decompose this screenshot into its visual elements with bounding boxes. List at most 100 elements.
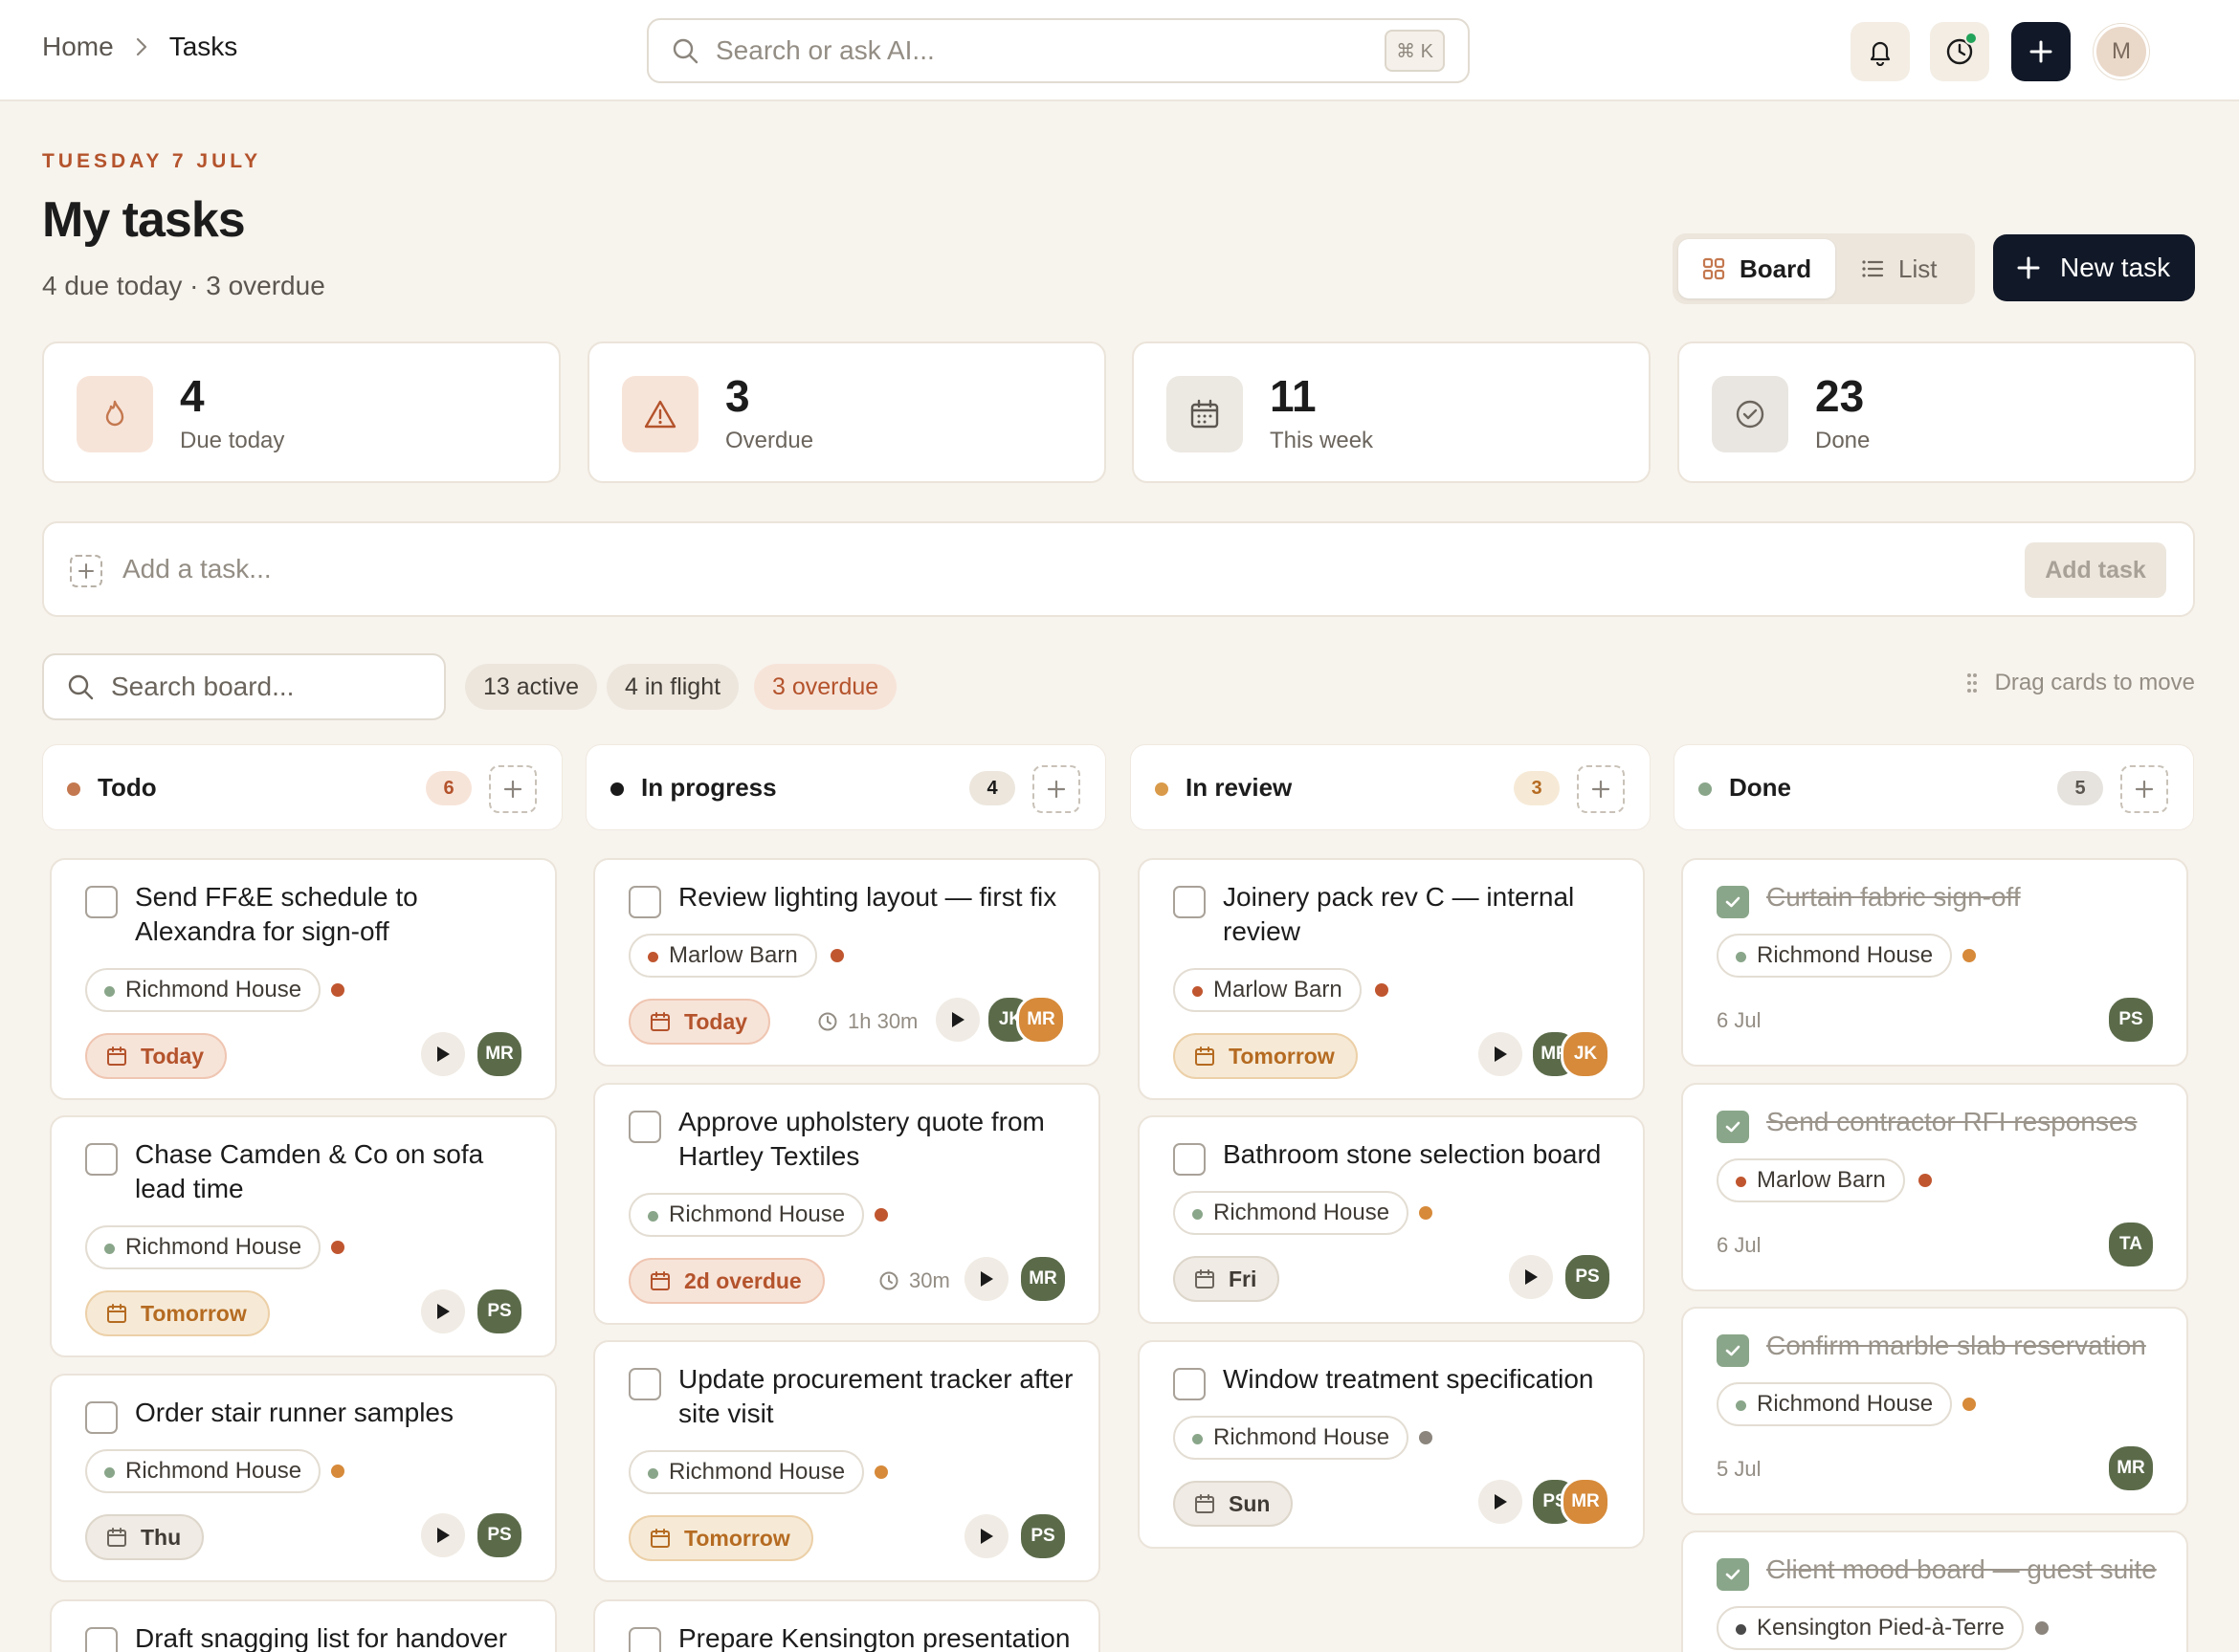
activity-timer-button[interactable]	[1930, 22, 1989, 81]
due-badge[interactable]: Tomorrow	[1173, 1033, 1358, 1079]
due-badge[interactable]: Tomorrow	[629, 1515, 813, 1561]
assignee-avatar[interactable]: PS	[475, 1287, 524, 1336]
start-timer-button[interactable]	[964, 1257, 1009, 1301]
project-tag[interactable]: Richmond House	[1173, 1191, 1409, 1235]
project-tag[interactable]: Richmond House	[1717, 934, 1953, 978]
project-tag[interactable]: Richmond House	[1717, 1382, 1953, 1426]
task-checkbox[interactable]	[85, 886, 118, 918]
assignee-avatar[interactable]: PS	[1018, 1511, 1068, 1561]
task-card[interactable]: Window treatment specification Richmond …	[1138, 1340, 1645, 1549]
notifications-button[interactable]	[1851, 22, 1910, 81]
priority-dot	[1375, 983, 1388, 997]
start-timer-button[interactable]	[936, 998, 980, 1042]
start-timer-button[interactable]	[421, 1289, 465, 1333]
task-card[interactable]: Send FF&E schedule to Alexandra for sign…	[50, 858, 557, 1100]
project-tag[interactable]: Marlow Barn	[629, 934, 817, 978]
column-add-button[interactable]	[2120, 765, 2168, 813]
stat-card-this-week[interactable]: 11 This week	[1132, 341, 1651, 483]
assignee-avatar[interactable]: MR	[2106, 1443, 2156, 1493]
task-card[interactable]: Client mood board — guest suite Kensingt…	[1681, 1531, 2188, 1652]
assignee-avatar[interactable]: JK	[1561, 1029, 1610, 1079]
task-checkbox[interactable]	[1173, 886, 1206, 918]
active-filter-chip[interactable]: 13 active	[465, 664, 598, 710]
task-checkbox-checked[interactable]	[1717, 1334, 1749, 1367]
assignee-avatar[interactable]: MR	[1561, 1477, 1610, 1527]
task-card[interactable]: Prepare Kensington presentation	[593, 1599, 1100, 1652]
task-card[interactable]: Approve upholstery quote from Hartley Te…	[593, 1083, 1100, 1325]
stat-label: Overdue	[725, 428, 814, 453]
assignee-avatar[interactable]: MR	[1016, 995, 1066, 1045]
project-tag[interactable]: Marlow Barn	[1717, 1158, 1905, 1202]
start-timer-button[interactable]	[1509, 1255, 1553, 1299]
board-view-tab[interactable]: Board	[1678, 239, 1835, 298]
add-task-button[interactable]: Add task	[2025, 542, 2166, 598]
column-add-button[interactable]	[1032, 765, 1080, 813]
task-checkbox-checked[interactable]	[1717, 1111, 1749, 1143]
project-tag[interactable]: Richmond House	[1173, 1416, 1409, 1460]
task-checkbox[interactable]	[85, 1401, 118, 1434]
task-card[interactable]: Send contractor RFI responses Marlow Bar…	[1681, 1083, 2188, 1291]
task-checkbox-checked[interactable]	[1717, 1558, 1749, 1591]
breadcrumb-home[interactable]: Home	[42, 32, 114, 62]
due-badge[interactable]: Sun	[1173, 1481, 1294, 1527]
search-shortcut-badge: ⌘ K	[1385, 30, 1445, 72]
task-checkbox[interactable]	[85, 1627, 118, 1652]
project-tag[interactable]: Kensington Pied-à-Terre	[1717, 1606, 2024, 1650]
assignee-avatar[interactable]: PS	[475, 1510, 524, 1560]
task-checkbox[interactable]	[85, 1143, 118, 1176]
task-checkbox-checked[interactable]	[1717, 886, 1749, 918]
stat-card-done[interactable]: 23 Done	[1677, 341, 2196, 483]
board-search-input[interactable]: Search board...	[42, 653, 446, 720]
due-badge[interactable]: Thu	[85, 1514, 205, 1560]
project-tag[interactable]: Richmond House	[629, 1193, 865, 1237]
project-tag[interactable]: Richmond House	[85, 1449, 321, 1493]
task-checkbox[interactable]	[1173, 1143, 1206, 1176]
project-tag[interactable]: Richmond House	[85, 1225, 321, 1269]
task-checkbox[interactable]	[1173, 1368, 1206, 1400]
stat-card-due-today[interactable]: 4 Due today	[42, 341, 561, 483]
project-tag[interactable]: Marlow Barn	[1173, 968, 1362, 1012]
user-avatar[interactable]: M	[2094, 24, 2149, 79]
due-badge[interactable]: Tomorrow	[85, 1290, 270, 1336]
global-search-input[interactable]: Search or ask AI... ⌘ K	[647, 18, 1470, 83]
in-flight-filter-chip[interactable]: 4 in flight	[607, 664, 740, 710]
task-card[interactable]: Order stair runner samples Richmond Hous…	[50, 1374, 557, 1582]
task-checkbox[interactable]	[629, 1368, 661, 1400]
task-checkbox[interactable]	[629, 886, 661, 918]
overdue-filter-chip[interactable]: 3 overdue	[754, 664, 898, 710]
project-tag[interactable]: Richmond House	[629, 1450, 865, 1494]
assignee-avatar[interactable]: PS	[2106, 995, 2156, 1045]
project-tag[interactable]: Richmond House	[85, 968, 321, 1012]
start-timer-button[interactable]	[421, 1032, 465, 1076]
add-task-input[interactable]: Add a task...	[122, 554, 272, 584]
task-checkbox[interactable]	[629, 1111, 661, 1143]
assignee-avatar[interactable]: MR	[475, 1029, 524, 1079]
column-add-button[interactable]	[489, 765, 537, 813]
task-card[interactable]: Review lighting layout — first fix Marlo…	[593, 858, 1100, 1067]
task-card[interactable]: Update procurement tracker after site vi…	[593, 1340, 1100, 1582]
assignee-avatar[interactable]: PS	[1563, 1252, 1612, 1302]
task-checkbox[interactable]	[629, 1627, 661, 1652]
start-timer-button[interactable]	[1478, 1032, 1522, 1076]
task-card[interactable]: Curtain fabric sign-off Richmond House 6…	[1681, 858, 2188, 1067]
assignee-avatar[interactable]: TA	[2106, 1220, 2156, 1269]
assignee-avatar[interactable]: MR	[1018, 1254, 1068, 1304]
task-card[interactable]: Bathroom stone selection board Richmond …	[1138, 1115, 1645, 1324]
stat-card-overdue[interactable]: 3 Overdue	[587, 341, 1106, 483]
task-card[interactable]: Chase Camden & Co on sofa lead time Rich…	[50, 1115, 557, 1357]
due-badge[interactable]: Today	[629, 999, 771, 1045]
start-timer-button[interactable]	[421, 1513, 465, 1557]
start-timer-button[interactable]	[964, 1514, 1009, 1558]
due-badge[interactable]: Fri	[1173, 1256, 1280, 1302]
quick-add-button[interactable]	[2011, 22, 2071, 81]
play-icon	[1525, 1269, 1538, 1285]
due-badge[interactable]: 2d overdue	[629, 1258, 825, 1304]
new-task-button[interactable]: New task	[1993, 234, 2195, 301]
list-view-tab[interactable]: List	[1860, 239, 1965, 298]
start-timer-button[interactable]	[1478, 1480, 1522, 1524]
column-add-button[interactable]	[1577, 765, 1625, 813]
task-card[interactable]: Joinery pack rev C — internal review Mar…	[1138, 858, 1645, 1100]
due-badge[interactable]: Today	[85, 1033, 228, 1079]
task-card[interactable]: Draft snagging list for handover	[50, 1599, 557, 1652]
task-card[interactable]: Confirm marble slab reservation Richmond…	[1681, 1307, 2188, 1515]
